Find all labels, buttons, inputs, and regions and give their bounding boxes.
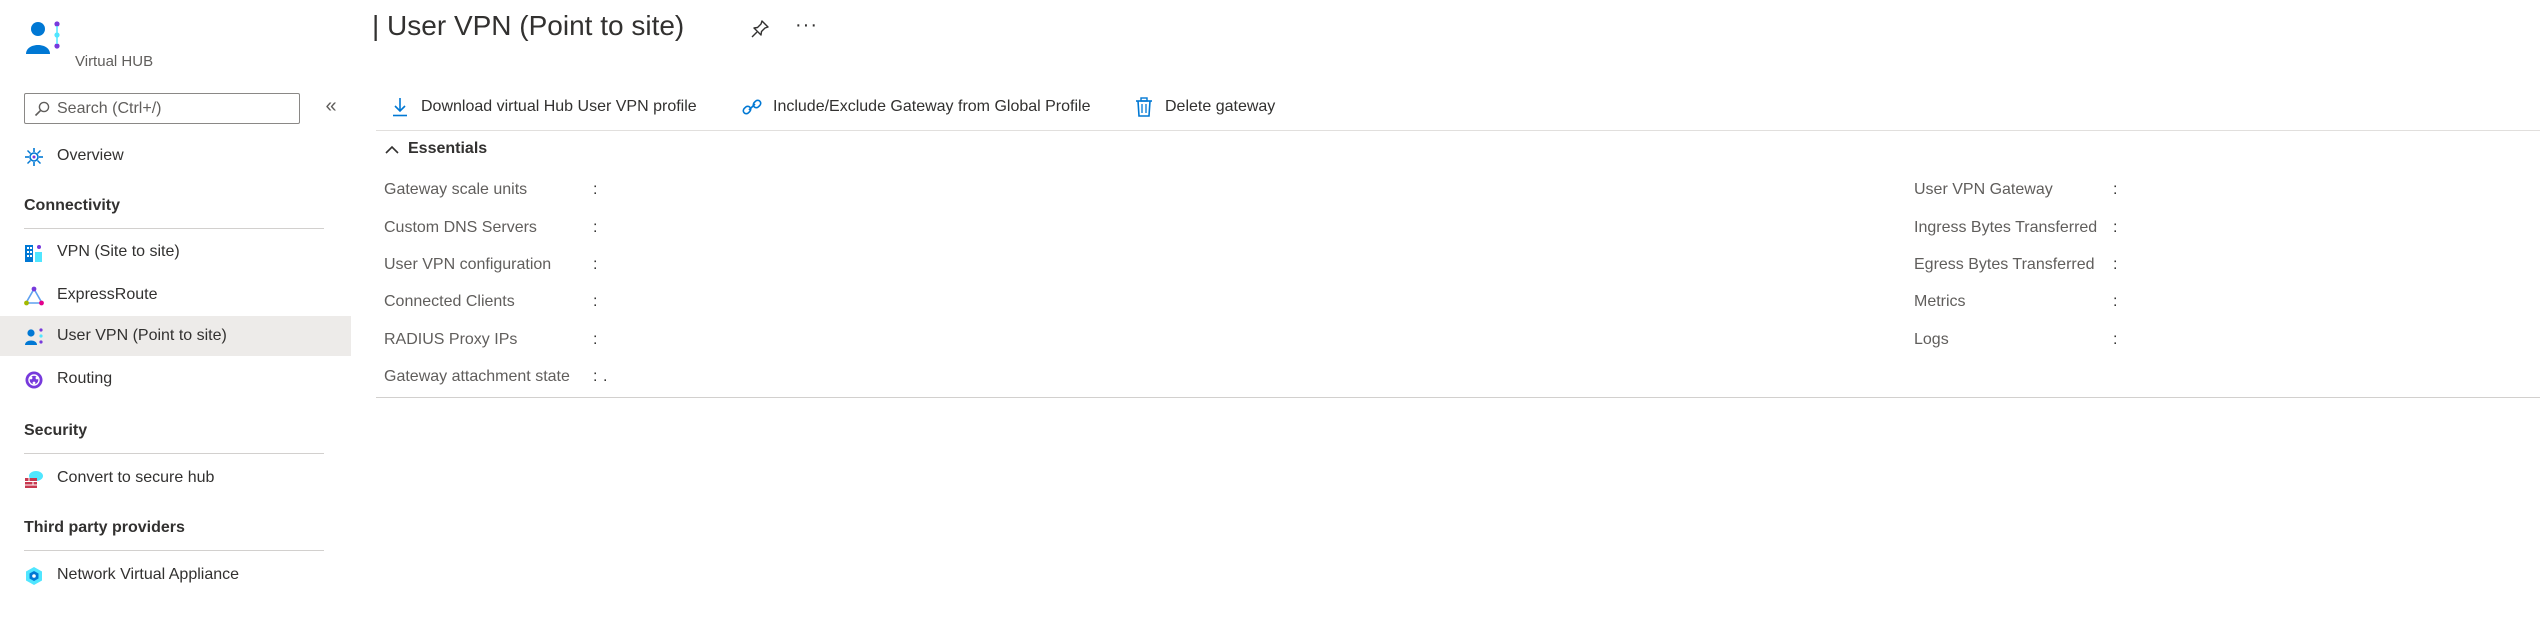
section-divider — [24, 228, 324, 229]
property-separator: : — [2113, 181, 2118, 198]
delete-gateway-button[interactable]: Delete gateway — [1133, 94, 1293, 122]
sidebar-item-overview[interactable]: Overview — [0, 136, 351, 176]
sidebar-item-label: User VPN (Point to site) — [57, 327, 227, 344]
sidebar-item-label: Network Virtual Appliance — [57, 566, 240, 583]
brand-subtitle: Virtual HUB — [75, 53, 154, 70]
sidebar-item-label: ExpressRoute — [57, 286, 158, 303]
property-key: Logs — [1914, 331, 1949, 348]
include-exclude-gateway-label: Include/Exclude Gateway from Global Prof… — [773, 98, 1091, 115]
section-security: Security — [24, 422, 324, 454]
collapse-sidebar-button[interactable]: « — [320, 96, 342, 118]
sidebar-item-label: VPN (Site to site) — [57, 243, 180, 260]
property-key: User VPN Gateway — [1914, 181, 2053, 198]
vpn-site-icon — [25, 245, 42, 262]
sidebar-item-network-virtual-appliance[interactable]: Network Virtual Appliance — [0, 555, 351, 595]
section-title: Security — [24, 422, 88, 439]
sidebar-item-user-vpn[interactable]: User VPN (Point to site) — [0, 316, 351, 356]
secure-hub-icon — [25, 471, 43, 488]
download-profile-button[interactable]: Download virtual Hub User VPN profile — [389, 94, 729, 122]
search-input[interactable] — [57, 97, 287, 120]
sidebar-item-label: Routing — [57, 370, 113, 387]
property-separator: : — [593, 256, 598, 273]
sidebar-item-vpn-site-to-site[interactable]: VPN (Site to site) — [0, 232, 351, 272]
property-separator: : — [593, 368, 598, 385]
user-vpn-icon — [26, 21, 60, 54]
property-separator: : — [2113, 331, 2118, 348]
property-separator: : — [593, 181, 598, 198]
sidebar: Virtual HUB « Overview Connectivity — [0, 0, 351, 621]
more-options-button[interactable]: ··· — [795, 14, 818, 37]
section-divider — [24, 550, 324, 551]
link-icon — [742, 99, 762, 115]
page-title: | User VPN (Point to site) — [372, 10, 685, 41]
pin-icon[interactable] — [749, 18, 771, 40]
download-profile-label: Download virtual Hub User VPN profile — [421, 98, 697, 115]
essentials-divider — [376, 397, 2540, 398]
command-bar-divider — [376, 130, 2540, 131]
include-exclude-gateway-button[interactable]: Include/Exclude Gateway from Global Prof… — [741, 94, 1121, 122]
section-third-party: Third party providers — [24, 519, 324, 551]
property-value: . — [603, 368, 608, 385]
sidebar-item-label: Convert to secure hub — [57, 469, 215, 486]
overview-icon — [25, 148, 43, 166]
search-box[interactable] — [24, 93, 300, 124]
property-key: User VPN configuration — [384, 256, 552, 273]
property-key: Connected Clients — [384, 293, 515, 310]
sidebar-item-expressroute[interactable]: ExpressRoute — [0, 275, 351, 315]
property-separator: : — [593, 219, 598, 236]
property-separator: : — [2113, 219, 2118, 236]
section-title: Third party providers — [24, 519, 185, 536]
sidebar-item-routing[interactable]: Routing — [0, 359, 351, 399]
search-icon — [34, 101, 50, 117]
property-key: Custom DNS Servers — [384, 219, 537, 236]
sidebar-item-label: Overview — [57, 147, 124, 164]
property-separator: : — [2113, 293, 2118, 310]
property-key: Metrics — [1914, 293, 1966, 310]
routing-icon — [25, 371, 43, 389]
user-vpn-icon — [25, 328, 43, 345]
section-divider — [24, 453, 324, 454]
property-key: Gateway scale units — [384, 181, 528, 198]
delete-gateway-label: Delete gateway — [1165, 98, 1276, 115]
essentials-label: Essentials — [408, 140, 488, 157]
sidebar-item-convert-secure-hub[interactable]: Convert to secure hub — [0, 458, 351, 498]
expressroute-icon — [24, 286, 44, 306]
download-icon — [393, 98, 407, 117]
chevron-up-icon — [385, 145, 399, 154]
property-key: RADIUS Proxy IPs — [384, 331, 518, 348]
property-separator: : — [2113, 256, 2118, 273]
property-separator: : — [593, 293, 598, 310]
property-key: Egress Bytes Transferred — [1914, 256, 2095, 273]
section-connectivity: Connectivity — [24, 197, 324, 229]
section-title: Connectivity — [24, 197, 121, 214]
property-key: Gateway attachment state — [384, 368, 570, 385]
property-key: Ingress Bytes Transferred — [1914, 219, 2098, 236]
property-separator: : — [593, 331, 598, 348]
delete-icon — [1136, 97, 1152, 117]
nva-icon — [26, 567, 42, 585]
